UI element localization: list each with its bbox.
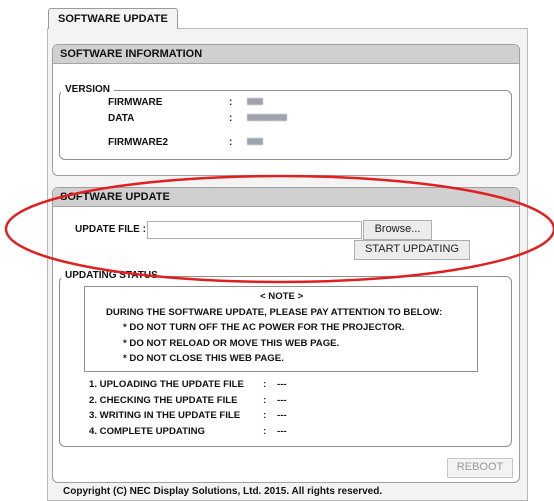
update-file-label: UPDATE FILE : <box>75 224 146 235</box>
update-file-input[interactable] <box>147 221 362 239</box>
status-step-colon: : <box>263 379 267 390</box>
firmware-value-redacted <box>247 98 263 105</box>
note-intro: DURING THE SOFTWARE UPDATE, PLEASE PAY A… <box>106 307 443 318</box>
status-step-colon: : <box>263 410 267 421</box>
firmware-label: FIRMWARE <box>108 97 163 108</box>
note-item: * DO NOT RELOAD OR MOVE THIS WEB PAGE. <box>123 338 340 349</box>
version-legend: VERSION <box>61 84 115 96</box>
firmware-colon: : <box>229 97 233 108</box>
copyright-text: Copyright (C) NEC Display Solutions, Ltd… <box>63 486 383 497</box>
data-value-redacted <box>247 114 287 121</box>
firmware2-value-redacted <box>247 138 263 145</box>
status-step-colon: : <box>263 426 267 437</box>
status-step-colon: : <box>263 395 267 406</box>
browse-button[interactable]: Browse... <box>363 220 432 240</box>
start-updating-button[interactable]: START UPDATING <box>354 240 470 260</box>
status-step-value: --- <box>277 410 287 421</box>
data-colon: : <box>229 113 233 124</box>
firmware2-label: FIRMWARE2 <box>108 137 168 148</box>
status-step-label: 1. UPLOADING THE UPDATE FILE <box>89 379 244 390</box>
data-label: DATA <box>108 113 135 124</box>
reboot-button[interactable]: REBOOT <box>447 458 513 478</box>
tab-software-update[interactable]: SOFTWARE UPDATE <box>48 8 178 29</box>
note-item: * DO NOT TURN OFF THE AC POWER FOR THE P… <box>123 322 405 333</box>
software-update-header: SOFTWARE UPDATE <box>53 188 519 207</box>
firmware2-colon: : <box>229 137 233 148</box>
status-step-value: --- <box>277 426 287 437</box>
note-title: < NOTE > <box>260 291 304 302</box>
software-information-header: SOFTWARE INFORMATION <box>53 45 519 64</box>
status-step-value: --- <box>277 395 287 406</box>
note-item: * DO NOT CLOSE THIS WEB PAGE. <box>123 353 284 364</box>
status-step-value: --- <box>277 379 287 390</box>
status-step-label: 4. COMPLETE UPDATING <box>89 426 206 437</box>
status-step-label: 3. WRITING IN THE UPDATE FILE <box>89 410 241 421</box>
updating-status-legend: UPDATING STATUS <box>61 270 162 282</box>
status-step-label: 2. CHECKING THE UPDATE FILE <box>89 395 238 406</box>
